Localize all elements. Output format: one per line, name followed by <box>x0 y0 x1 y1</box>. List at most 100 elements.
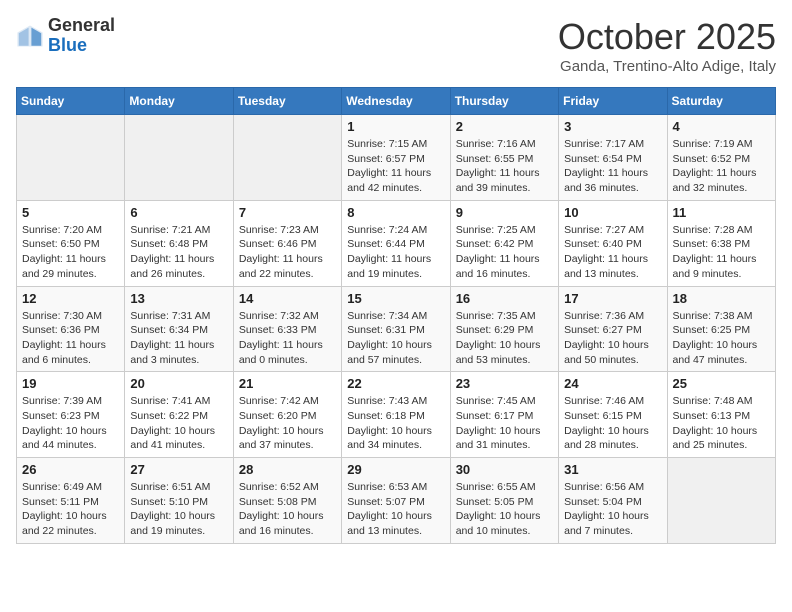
day-number: 24 <box>564 376 661 391</box>
calendar-cell: 3 Sunrise: 7:17 AM Sunset: 6:54 PM Daylig… <box>559 115 667 201</box>
calendar-cell: 17Sunrise: 7:36 AM Sunset: 6:27 PM Dayli… <box>559 286 667 372</box>
calendar-table: SundayMondayTuesdayWednesdayThursdayFrid… <box>16 87 776 544</box>
day-info: Sunrise: 7:27 AM Sunset: 6:40 PM Dayligh… <box>564 223 661 282</box>
calendar-cell: 22 Sunrise: 7:43 AM Sunset: 6:18 PM Dayli… <box>342 372 450 458</box>
calendar-week-row: 26 Sunrise: 6:49 AM Sunset: 5:11 PM Dayli… <box>17 458 776 544</box>
day-info: Sunrise: 6:55 AM Sunset: 5:05 PM Dayligh… <box>456 480 553 539</box>
location-subtitle: Ganda, Trentino-Alto Adige, Italy <box>558 58 776 75</box>
day-number: 6 <box>130 205 227 220</box>
day-number: 4 <box>673 119 770 134</box>
day-number: 15 <box>347 291 444 306</box>
calendar-cell: 7Sunrise: 7:23 AM Sunset: 6:46 PM Daylig… <box>233 200 341 286</box>
calendar-cell: 20 Sunrise: 7:41 AM Sunset: 6:22 PM Dayli… <box>125 372 233 458</box>
calendar-cell: 29 Sunrise: 6:53 AM Sunset: 5:07 PM Dayli… <box>342 458 450 544</box>
day-number: 3 <box>564 119 661 134</box>
day-number: 17 <box>564 291 661 306</box>
day-number: 11 <box>673 205 770 220</box>
day-info: Sunrise: 7:21 AM Sunset: 6:48 PM Dayligh… <box>130 223 227 282</box>
day-number: 16 <box>456 291 553 306</box>
page-header: General Blue October 2025 Ganda, Trentin… <box>16 16 776 75</box>
day-number: 8 <box>347 205 444 220</box>
logo-text: General Blue <box>48 16 115 56</box>
day-number: 1 <box>347 119 444 134</box>
day-info: Sunrise: 7:25 AM Sunset: 6:42 PM Dayligh… <box>456 223 553 282</box>
day-number: 27 <box>130 462 227 477</box>
day-number: 22 <box>347 376 444 391</box>
calendar-cell: 16 Sunrise: 7:35 AM Sunset: 6:29 PM Dayli… <box>450 286 558 372</box>
calendar-cell: 19Sunrise: 7:39 AM Sunset: 6:23 PM Dayli… <box>17 372 125 458</box>
calendar-cell: 30 Sunrise: 6:55 AM Sunset: 5:05 PM Dayli… <box>450 458 558 544</box>
day-number: 7 <box>239 205 336 220</box>
day-number: 12 <box>22 291 119 306</box>
day-number: 9 <box>456 205 553 220</box>
day-number: 10 <box>564 205 661 220</box>
day-number: 5 <box>22 205 119 220</box>
calendar-cell: 31Sunrise: 6:56 AM Sunset: 5:04 PM Dayli… <box>559 458 667 544</box>
day-info: Sunrise: 7:31 AM Sunset: 6:34 PM Dayligh… <box>130 309 227 368</box>
weekday-header-thursday: Thursday <box>450 88 558 115</box>
logo: General Blue <box>16 16 115 56</box>
day-info: Sunrise: 7:43 AM Sunset: 6:18 PM Dayligh… <box>347 394 444 453</box>
calendar-header: SundayMondayTuesdayWednesdayThursdayFrid… <box>17 88 776 115</box>
day-number: 21 <box>239 376 336 391</box>
weekday-header-sunday: Sunday <box>17 88 125 115</box>
day-number: 30 <box>456 462 553 477</box>
day-info: Sunrise: 7:32 AM Sunset: 6:33 PM Dayligh… <box>239 309 336 368</box>
day-number: 2 <box>456 119 553 134</box>
day-info: Sunrise: 7:19 AM Sunset: 6:52 PM Dayligh… <box>673 137 770 196</box>
weekday-header-row: SundayMondayTuesdayWednesdayThursdayFrid… <box>17 88 776 115</box>
logo-blue: Blue <box>48 35 87 55</box>
calendar-cell: 4 Sunrise: 7:19 AM Sunset: 6:52 PM Daylig… <box>667 115 775 201</box>
calendar-cell: 27 Sunrise: 6:51 AM Sunset: 5:10 PM Dayli… <box>125 458 233 544</box>
logo-general: General <box>48 15 115 35</box>
day-number: 29 <box>347 462 444 477</box>
weekday-header-monday: Monday <box>125 88 233 115</box>
day-number: 31 <box>564 462 661 477</box>
calendar-cell: 1 Sunrise: 7:15 AM Sunset: 6:57 PM Daylig… <box>342 115 450 201</box>
day-info: Sunrise: 6:52 AM Sunset: 5:08 PM Dayligh… <box>239 480 336 539</box>
calendar-cell <box>233 115 341 201</box>
calendar-cell: 14 Sunrise: 7:32 AM Sunset: 6:33 PM Dayli… <box>233 286 341 372</box>
calendar-cell <box>17 115 125 201</box>
day-info: Sunrise: 7:16 AM Sunset: 6:55 PM Dayligh… <box>456 137 553 196</box>
calendar-cell: 25Sunrise: 7:48 AM Sunset: 6:13 PM Dayli… <box>667 372 775 458</box>
calendar-cell <box>667 458 775 544</box>
day-info: Sunrise: 7:41 AM Sunset: 6:22 PM Dayligh… <box>130 394 227 453</box>
day-info: Sunrise: 7:39 AM Sunset: 6:23 PM Dayligh… <box>22 394 119 453</box>
calendar-cell: 15 Sunrise: 7:34 AM Sunset: 6:31 PM Dayli… <box>342 286 450 372</box>
weekday-header-saturday: Saturday <box>667 88 775 115</box>
day-info: Sunrise: 6:53 AM Sunset: 5:07 PM Dayligh… <box>347 480 444 539</box>
calendar-week-row: 19Sunrise: 7:39 AM Sunset: 6:23 PM Dayli… <box>17 372 776 458</box>
calendar-cell: 6 Sunrise: 7:21 AM Sunset: 6:48 PM Daylig… <box>125 200 233 286</box>
calendar-cell: 12 Sunrise: 7:30 AM Sunset: 6:36 PM Dayli… <box>17 286 125 372</box>
logo-icon <box>16 22 44 50</box>
day-number: 18 <box>673 291 770 306</box>
month-title: October 2025 <box>558 16 776 58</box>
calendar-cell: 10 Sunrise: 7:27 AM Sunset: 6:40 PM Dayli… <box>559 200 667 286</box>
day-info: Sunrise: 7:42 AM Sunset: 6:20 PM Dayligh… <box>239 394 336 453</box>
day-number: 14 <box>239 291 336 306</box>
calendar-cell: 8Sunrise: 7:24 AM Sunset: 6:44 PM Daylig… <box>342 200 450 286</box>
day-info: Sunrise: 7:30 AM Sunset: 6:36 PM Dayligh… <box>22 309 119 368</box>
day-info: Sunrise: 7:34 AM Sunset: 6:31 PM Dayligh… <box>347 309 444 368</box>
day-info: Sunrise: 7:17 AM Sunset: 6:54 PM Dayligh… <box>564 137 661 196</box>
calendar-week-row: 5 Sunrise: 7:20 AM Sunset: 6:50 PM Daylig… <box>17 200 776 286</box>
day-number: 26 <box>22 462 119 477</box>
calendar-cell <box>125 115 233 201</box>
calendar-cell: 5 Sunrise: 7:20 AM Sunset: 6:50 PM Daylig… <box>17 200 125 286</box>
day-info: Sunrise: 6:49 AM Sunset: 5:11 PM Dayligh… <box>22 480 119 539</box>
weekday-header-tuesday: Tuesday <box>233 88 341 115</box>
day-info: Sunrise: 7:35 AM Sunset: 6:29 PM Dayligh… <box>456 309 553 368</box>
calendar-cell: 21 Sunrise: 7:42 AM Sunset: 6:20 PM Dayli… <box>233 372 341 458</box>
day-info: Sunrise: 7:20 AM Sunset: 6:50 PM Dayligh… <box>22 223 119 282</box>
calendar-cell: 24Sunrise: 7:46 AM Sunset: 6:15 PM Dayli… <box>559 372 667 458</box>
calendar-cell: 28Sunrise: 6:52 AM Sunset: 5:08 PM Dayli… <box>233 458 341 544</box>
day-number: 20 <box>130 376 227 391</box>
day-info: Sunrise: 7:45 AM Sunset: 6:17 PM Dayligh… <box>456 394 553 453</box>
day-info: Sunrise: 7:15 AM Sunset: 6:57 PM Dayligh… <box>347 137 444 196</box>
calendar-cell: 11Sunrise: 7:28 AM Sunset: 6:38 PM Dayli… <box>667 200 775 286</box>
calendar-cell: 26 Sunrise: 6:49 AM Sunset: 5:11 PM Dayli… <box>17 458 125 544</box>
day-info: Sunrise: 6:51 AM Sunset: 5:10 PM Dayligh… <box>130 480 227 539</box>
calendar-cell: 13 Sunrise: 7:31 AM Sunset: 6:34 PM Dayli… <box>125 286 233 372</box>
day-number: 13 <box>130 291 227 306</box>
